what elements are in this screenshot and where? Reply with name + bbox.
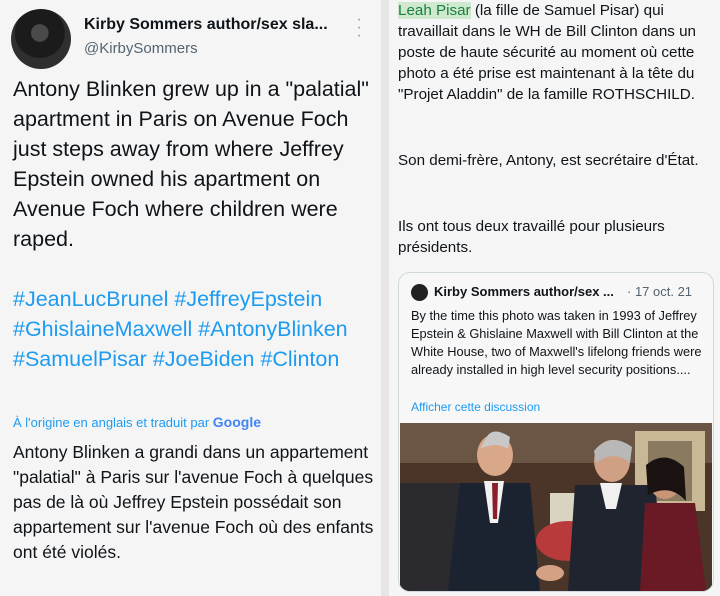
french-paragraph-3: Ils ont tous deux travaillé pour plusieu… (398, 218, 665, 256)
translated-text: Antony Blinken a grandi dans un appartem… (13, 442, 374, 562)
quoted-author-name: Kirby Sommers author/sex ... (434, 284, 614, 299)
translation-notice[interactable]: À l'origine en anglais et traduit par Go… (13, 414, 261, 430)
left-tweet-panel: Kirby Sommers author/sex sla... @KirbySo… (0, 0, 381, 596)
quoted-tweet-photo[interactable] (400, 423, 712, 591)
author-avatar[interactable] (11, 9, 71, 69)
google-logo: Google (212, 414, 262, 430)
hashtag-link[interactable]: #JeffreyEpstein (174, 287, 322, 311)
quoted-author-avatar (411, 284, 428, 301)
ellipsis-vertical-icon[interactable]: · · · (354, 12, 364, 44)
author-handle[interactable]: @KirbySommers (84, 40, 198, 57)
quoted-tweet-card[interactable]: Kirby Sommers author/sex ... · 17 oct. 2… (398, 272, 714, 592)
hashtag-link[interactable]: #JeanLucBrunel (13, 287, 168, 311)
show-thread-link[interactable]: Afficher cette discussion (411, 400, 540, 414)
hashtag-link[interactable]: #AntonyBlinken (198, 317, 347, 341)
tweet-text: Antony Blinken grew up in a "palatial" a… (13, 77, 369, 251)
french-paragraph-1: Leah Pisar (la fille de Samuel Pisar) qu… (398, 0, 718, 105)
hashtag-link[interactable]: #Clinton (260, 347, 339, 371)
translation-label: À l'origine en anglais et traduit par (13, 415, 210, 430)
panel-divider (381, 0, 389, 596)
hashtag-link[interactable]: #GhislaineMaxwell (13, 317, 192, 341)
quoted-tweet-date: · 17 oct. 21 (627, 284, 693, 299)
hashtag-link[interactable]: #SamuelPisar (13, 347, 147, 371)
french-paragraph-2: Son demi-frère, Antony, est secrétaire d… (398, 152, 699, 169)
white-house-photo-image (400, 423, 712, 591)
hashtag-link[interactable]: #JoeBiden (153, 347, 255, 371)
highlighted-name: Leah Pisar (398, 2, 471, 19)
author-name[interactable]: Kirby Sommers author/sex sla... (84, 16, 328, 34)
quoted-tweet-text: By the time this photo was taken in 1993… (411, 308, 702, 377)
hashtag-list: #JeanLucBrunel #JeffreyEpstein #Ghislain… (13, 284, 375, 374)
